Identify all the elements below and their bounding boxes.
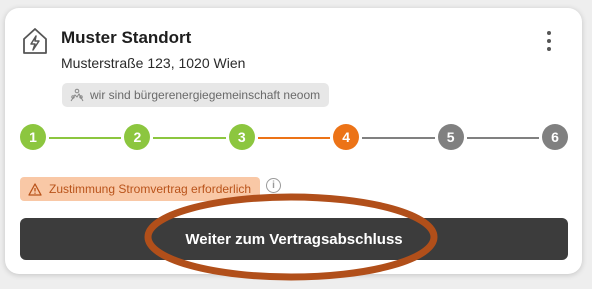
step-connector [153, 137, 226, 139]
step-4: 4 [333, 124, 360, 150]
house-bolt-icon [23, 28, 47, 54]
step-5: 5 [437, 124, 464, 150]
step-6: 6 [542, 124, 568, 150]
warning-badge: Zustimmung Stromvertrag erforderlich [20, 177, 261, 201]
continue-to-contract-button[interactable]: Weiter zum Vertragsabschluss [20, 218, 568, 260]
location-title: Muster Standort [61, 28, 192, 47]
warning-label: Zustimmung Stromvertrag erforderlich [49, 182, 252, 196]
community-icon [70, 88, 84, 102]
step-connector [362, 137, 435, 139]
step-1: 1 [20, 124, 46, 150]
step-3: 3 [228, 124, 255, 150]
more-vertical-icon[interactable] [541, 31, 557, 51]
community-tag-label: wir sind bürgerenergiegemeinschaft neoom [90, 88, 321, 102]
community-tag: wir sind bürgerenergiegemeinschaft neoom [62, 83, 330, 107]
step-connector [49, 137, 122, 139]
step-connector [466, 137, 539, 139]
continue-button-label: Weiter zum Vertragsabschluss [185, 230, 403, 248]
step-connector [257, 137, 331, 139]
location-address: Musterstraße 123, 1020 Wien [61, 55, 246, 71]
warning-triangle-icon [28, 182, 42, 196]
info-icon[interactable]: i [266, 178, 281, 193]
